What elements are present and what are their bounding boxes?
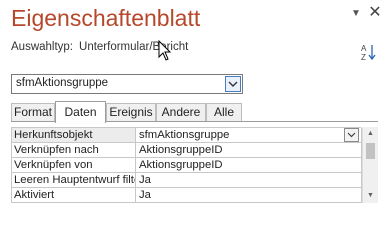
- property-value[interactable]: AktionsgruppeID: [137, 143, 362, 157]
- pane-title: Eigenschaftenblatt: [11, 5, 201, 31]
- property-value[interactable]: Ja: [137, 188, 362, 202]
- property-key: Aktiviert: [12, 188, 136, 202]
- object-select[interactable]: sfmAktionsgruppe: [11, 74, 243, 94]
- property-key: Verknüpfen von: [12, 158, 136, 172]
- property-key: Verknüpfen nach: [12, 143, 136, 157]
- object-select-value: sfmAktionsgruppe: [16, 77, 109, 89]
- tab-bar: Format Daten Ereignis Andere Alle: [11, 101, 242, 123]
- svg-text:Z: Z: [361, 53, 366, 61]
- selection-type-label: Auswahltyp:: [11, 41, 74, 53]
- chevron-down-icon[interactable]: [344, 128, 359, 142]
- tab-daten[interactable]: Daten: [55, 101, 106, 123]
- mouse-cursor-icon: [158, 39, 172, 62]
- close-button[interactable]: ✕: [367, 4, 383, 22]
- property-key: Leeren Hauptentwurf filtern: [12, 173, 136, 187]
- property-row[interactable]: Herkunftsobjekt sfmAktionsgruppe: [12, 128, 362, 143]
- property-row[interactable]: Verknüpfen nach AktionsgruppeID: [12, 143, 362, 158]
- property-row[interactable]: Aktiviert Ja: [12, 188, 362, 203]
- property-row[interactable]: Verknüpfen von AktionsgruppeID: [12, 158, 362, 173]
- tab-format[interactable]: Format: [11, 103, 55, 122]
- chevron-down-icon[interactable]: [225, 76, 241, 92]
- tab-andere[interactable]: Andere: [156, 103, 206, 122]
- property-value[interactable]: Ja: [137, 173, 362, 187]
- tab-ereignis[interactable]: Ereignis: [106, 103, 156, 122]
- property-value[interactable]: sfmAktionsgruppe: [137, 128, 362, 142]
- svg-text:A: A: [361, 44, 367, 53]
- property-grid: Herkunftsobjekt sfmAktionsgruppe Verknüp…: [11, 127, 362, 203]
- property-key: Herkunftsobjekt: [12, 128, 136, 142]
- property-value-text: sfmAktionsgruppe: [139, 129, 230, 141]
- scroll-down-icon[interactable]: ▼: [363, 189, 378, 203]
- sort-az-icon[interactable]: A Z: [361, 43, 377, 62]
- property-sheet-pane: Eigenschaftenblatt ▼ ✕ Auswahltyp: Unterf…: [0, 0, 390, 212]
- property-value[interactable]: AktionsgruppeID: [137, 158, 362, 172]
- property-row[interactable]: Leeren Hauptentwurf filtern Ja: [12, 173, 362, 188]
- scroll-up-icon[interactable]: ▲: [363, 127, 378, 141]
- vertical-scrollbar[interactable]: ▲ ▼: [362, 127, 378, 203]
- pane-options-button[interactable]: ▼: [349, 8, 363, 20]
- scroll-thumb[interactable]: [366, 143, 375, 159]
- tab-alle[interactable]: Alle: [206, 103, 242, 122]
